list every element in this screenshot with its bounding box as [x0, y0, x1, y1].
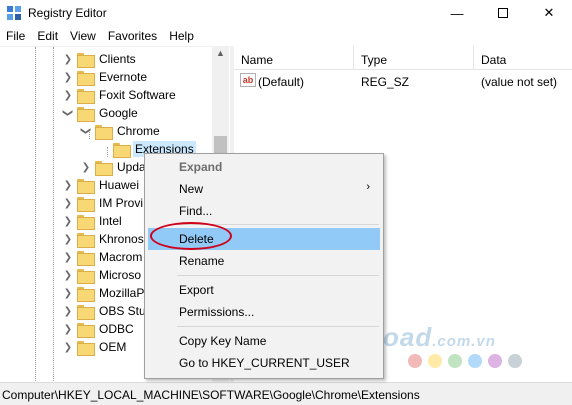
folder-icon: [95, 160, 113, 176]
folder-icon: [77, 322, 95, 338]
tree-item-evernote[interactable]: ❯ Evernote: [62, 68, 149, 86]
scroll-up-icon[interactable]: ▲: [212, 48, 229, 58]
maximize-icon: [498, 8, 508, 18]
menu-item-expand[interactable]: Expand: [148, 156, 380, 178]
menu-item-copy-key-name[interactable]: Copy Key Name: [148, 330, 380, 352]
chevron-right-icon[interactable]: ❯: [62, 302, 74, 320]
tree-item-intel[interactable]: ❯ Intel: [62, 212, 124, 230]
menu-item-export[interactable]: Export: [148, 279, 380, 301]
menu-separator: [177, 224, 379, 225]
folder-icon: [113, 142, 131, 158]
chevron-right-icon[interactable]: ❯: [80, 158, 92, 176]
chevron-right-icon[interactable]: ❯: [62, 266, 74, 284]
watermark-dots: [408, 354, 528, 368]
table-row[interactable]: ab (Default) REG_SZ (value not set): [234, 72, 572, 90]
tree-item-obs-studio[interactable]: ❯ OBS Stu: [62, 302, 148, 320]
value-name: (Default): [258, 75, 305, 89]
folder-icon: [77, 232, 95, 248]
menu-separator: [177, 326, 379, 327]
tree-item-macromedia[interactable]: ❯ Macrom: [62, 248, 144, 266]
list-header: Name Type Data: [234, 46, 572, 70]
string-value-icon: ab: [240, 73, 256, 87]
close-icon: ✕: [543, 5, 555, 20]
menu-separator: [177, 275, 379, 276]
chevron-right-icon[interactable]: ❯: [62, 212, 74, 230]
menu-item-go-to-hkcu[interactable]: Go to HKEY_CURRENT_USER: [148, 352, 380, 374]
folder-icon: [77, 286, 95, 302]
tree-item-microsoft[interactable]: ❯ Microso: [62, 266, 143, 284]
folder-icon: [77, 178, 95, 194]
menu-item-find[interactable]: Find...: [148, 200, 380, 222]
chevron-right-icon[interactable]: ❯: [62, 68, 74, 86]
close-button[interactable]: ✕: [526, 0, 572, 26]
folder-icon: [77, 268, 95, 284]
tree-item-update[interactable]: ❯ Upda: [80, 158, 148, 176]
menu-item-delete[interactable]: Delete: [148, 228, 380, 250]
chevron-right-icon[interactable]: ❯: [62, 194, 74, 212]
minimize-button[interactable]: —: [434, 0, 480, 26]
folder-icon: [95, 124, 113, 140]
tree-item-oem[interactable]: ❯ OEM: [62, 338, 128, 356]
chevron-right-icon[interactable]: ❯: [62, 230, 74, 248]
folder-icon: [77, 214, 95, 230]
tree-item-google[interactable]: ❯ Google: [62, 104, 140, 122]
menu-item-new[interactable]: New ›: [148, 178, 380, 200]
tree-item-khronos[interactable]: ❯ Khronos: [62, 230, 146, 248]
menu-edit[interactable]: Edit: [31, 26, 64, 46]
status-path: Computer\HKEY_LOCAL_MACHINE\SOFTWARE\Goo…: [2, 388, 420, 402]
tree-item-odbc[interactable]: ❯ ODBC: [62, 320, 136, 338]
chevron-right-icon[interactable]: ❯: [62, 338, 74, 356]
tree-item-clients[interactable]: ❯ Clients: [62, 50, 138, 68]
folder-icon: [77, 340, 95, 356]
chevron-down-icon[interactable]: ❯: [59, 107, 77, 119]
folder-icon: [77, 70, 95, 86]
folder-icon: [77, 196, 95, 212]
status-bar: Computer\HKEY_LOCAL_MACHINE\SOFTWARE\Goo…: [0, 382, 572, 405]
tree-item-foxit-software[interactable]: ❯ Foxit Software: [62, 86, 178, 104]
menu-bar: File Edit View Favorites Help: [0, 26, 572, 46]
tree-item-im-providers[interactable]: ❯ IM Provi: [62, 194, 145, 212]
value-type: REG_SZ: [361, 75, 410, 89]
minimize-icon: —: [450, 5, 464, 21]
chevron-right-icon[interactable]: ❯: [62, 248, 74, 266]
chevron-right-icon[interactable]: ❯: [62, 86, 74, 104]
menu-view[interactable]: View: [64, 26, 102, 46]
context-menu: Expand New › Find... Delete Rename Expor…: [144, 153, 384, 379]
column-header-data[interactable]: Data: [474, 46, 572, 70]
folder-icon: [77, 304, 95, 320]
tree-item-chrome[interactable]: ❯ Chrome: [80, 122, 162, 140]
column-header-name[interactable]: Name: [234, 46, 354, 70]
column-header-type[interactable]: Type: [354, 46, 474, 70]
tree-item-mozillaplugins[interactable]: ❯ MozillaP: [62, 284, 146, 302]
chevron-right-icon[interactable]: ❯: [62, 50, 74, 68]
menu-favorites[interactable]: Favorites: [102, 26, 163, 46]
menu-item-rename[interactable]: Rename: [148, 250, 380, 272]
folder-icon: [77, 52, 95, 68]
menu-item-permissions[interactable]: Permissions...: [148, 301, 380, 323]
title-bar: Registry Editor — ✕: [0, 0, 572, 26]
menu-help[interactable]: Help: [163, 26, 200, 46]
chevron-right-icon[interactable]: ❯: [62, 320, 74, 338]
menu-file[interactable]: File: [0, 26, 31, 46]
chevron-right-icon[interactable]: ❯: [62, 176, 74, 194]
value-data: (value not set): [481, 75, 558, 89]
chevron-down-icon[interactable]: ❯: [77, 125, 95, 137]
window-title: Registry Editor: [28, 6, 107, 20]
chevron-right-icon[interactable]: ❯: [62, 284, 74, 302]
tree-item-huawei[interactable]: ❯ Huawei: [62, 176, 141, 194]
folder-icon: [77, 88, 95, 104]
maximize-button[interactable]: [480, 0, 526, 26]
registry-editor-icon: [7, 6, 21, 20]
folder-icon: [77, 106, 95, 122]
folder-icon: [77, 250, 95, 266]
chevron-right-icon: ›: [366, 181, 370, 193]
